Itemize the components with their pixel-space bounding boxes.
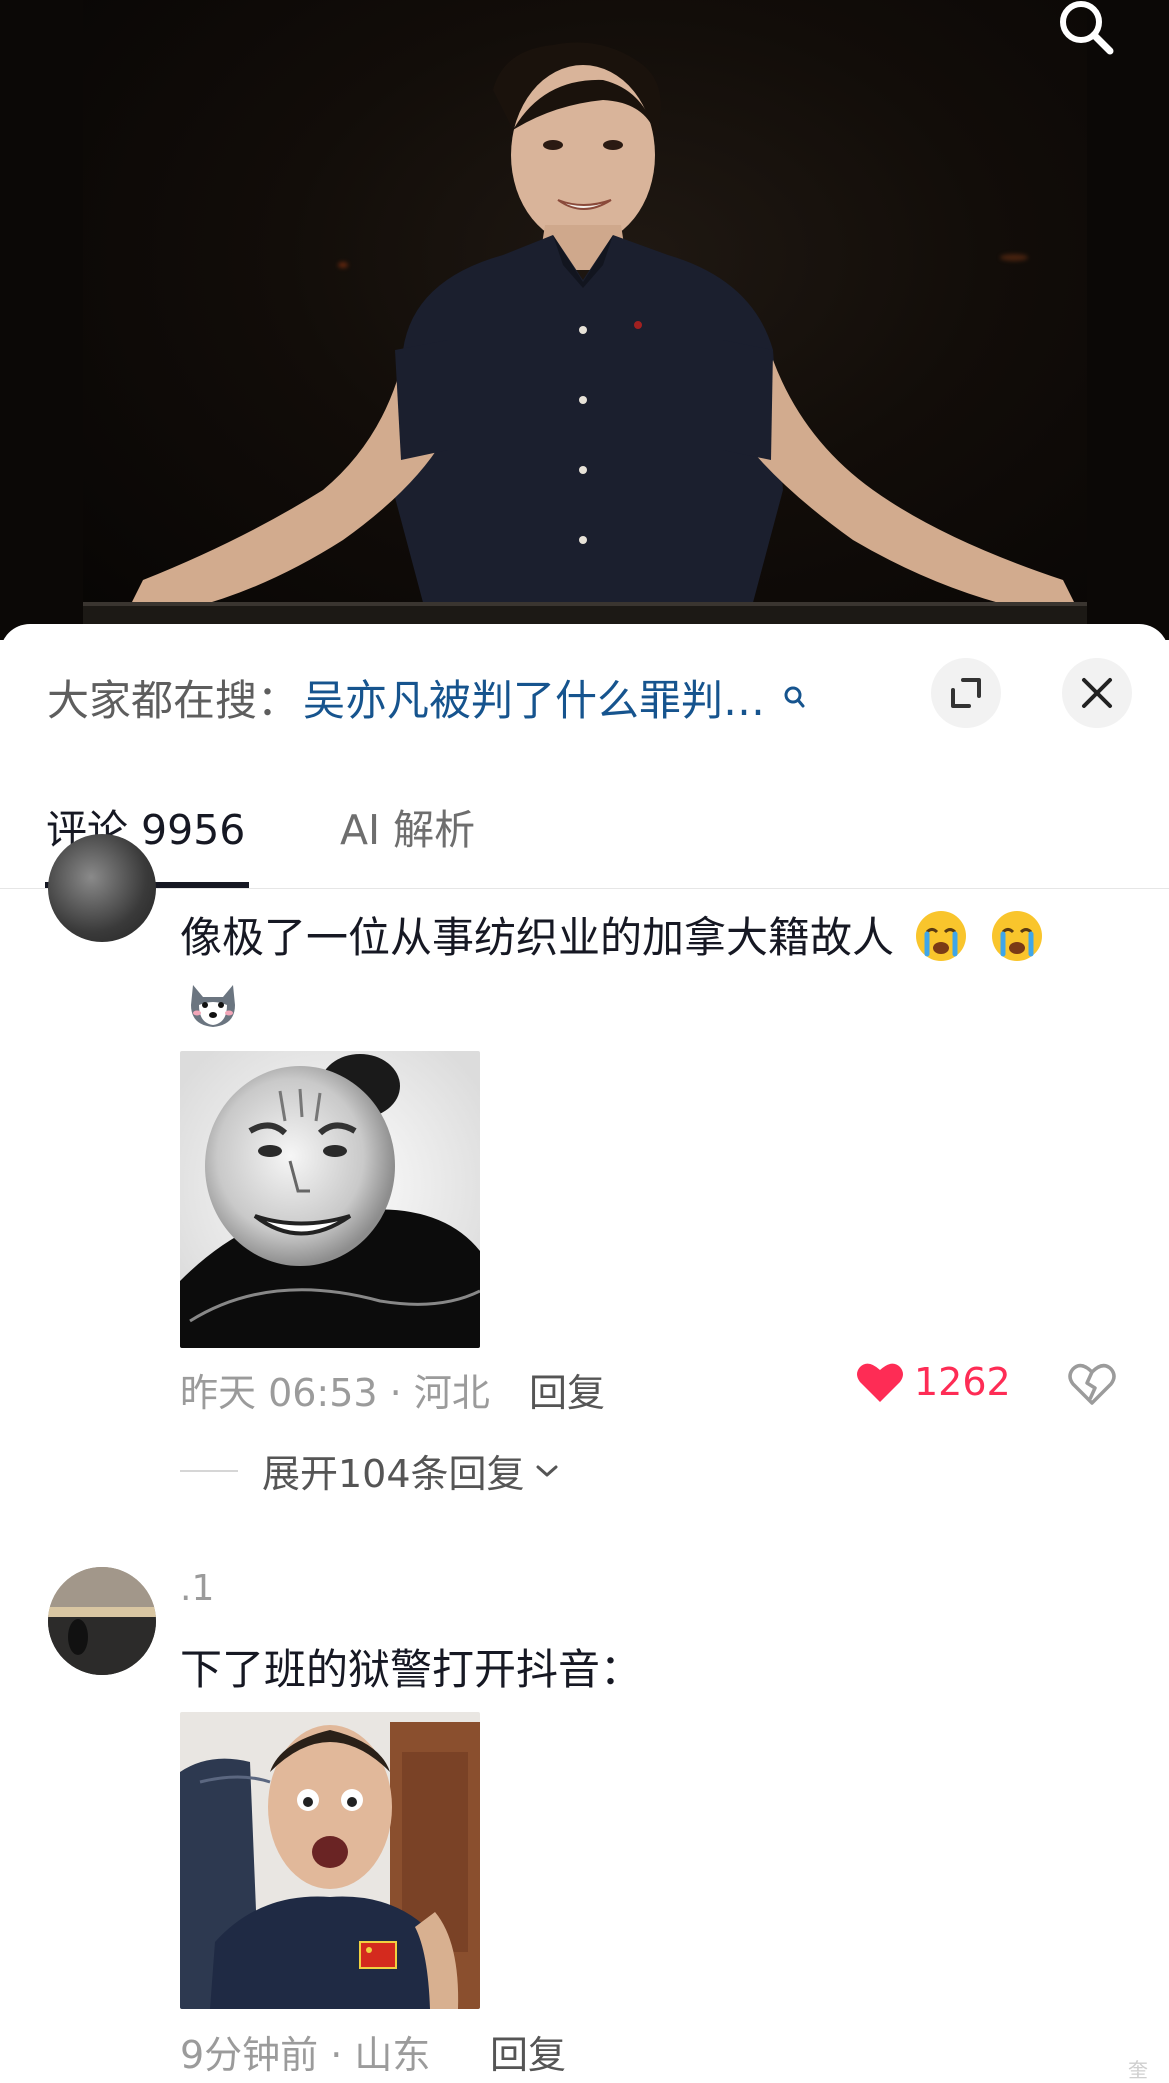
sheet-header: 大家都在搜： 吴亦凡被判了什么罪判…: [0, 624, 1169, 764]
hot-search-link[interactable]: 吴亦凡被判了什么罪判…: [303, 667, 765, 728]
tab-ai-analysis[interactable]: AI 解析: [340, 796, 475, 856]
comment-text: 像极了一位从事纺织业的加拿大籍故人: [180, 904, 1045, 974]
crying-face-icon: [989, 908, 1045, 974]
close-icon: [1082, 678, 1112, 708]
expand-button[interactable]: [931, 658, 1001, 728]
divider: [180, 1469, 238, 1472]
meme-sticker-image[interactable]: [180, 1051, 480, 1348]
reply-button[interactable]: 回复: [490, 2024, 566, 2079]
comment-username[interactable]: .1: [180, 1568, 214, 1609]
video-person: [83, 42, 1087, 640]
expand-replies-label: 展开104条回复: [262, 1452, 525, 1496]
comment-body: 像极了一位从事纺织业的加拿大籍故人: [180, 913, 895, 962]
comment-body: 下了班的狱警打开抖音：: [180, 1645, 643, 1694]
hot-search-label: 大家都在搜：: [47, 675, 300, 725]
expand-icon: [951, 678, 981, 708]
expand-replies-button[interactable]: 展开104条回复: [180, 1443, 559, 1498]
search-icon: [1060, 1, 1114, 55]
meme-sticker-image[interactable]: [180, 1712, 480, 2009]
like-button[interactable]: 1262: [856, 1360, 1011, 1404]
chevron-down-icon: [535, 1463, 559, 1479]
dislike-button[interactable]: [1068, 1361, 1116, 1411]
wolf-face-icon: [185, 975, 241, 1035]
hot-search-bar[interactable]: 大家都在搜： 吴亦凡被判了什么罪判…: [47, 672, 805, 725]
comment-meta: 昨天 06:53 · 河北: [180, 1371, 490, 1415]
avatar[interactable]: [48, 834, 156, 942]
comment-sheet: 大家都在搜： 吴亦凡被判了什么罪判… 评论 9956 AI 解析: [0, 624, 1169, 2079]
video-player[interactable]: [0, 0, 1169, 640]
crying-face-icon: [913, 908, 969, 974]
search-button[interactable]: [1048, 0, 1124, 60]
search-icon: [783, 685, 805, 709]
reply-button[interactable]: 回复: [529, 1362, 605, 1417]
avatar[interactable]: [48, 1567, 156, 1675]
broken-heart-icon: [1068, 1363, 1116, 1405]
heart-icon: [857, 1363, 903, 1402]
comment-meta: 9分钟前 · 山东: [180, 2033, 431, 2077]
tab-bar: 评论 9956 AI 解析: [0, 764, 1169, 889]
close-button[interactable]: [1062, 658, 1132, 728]
like-count: 1262: [914, 1360, 1011, 1404]
